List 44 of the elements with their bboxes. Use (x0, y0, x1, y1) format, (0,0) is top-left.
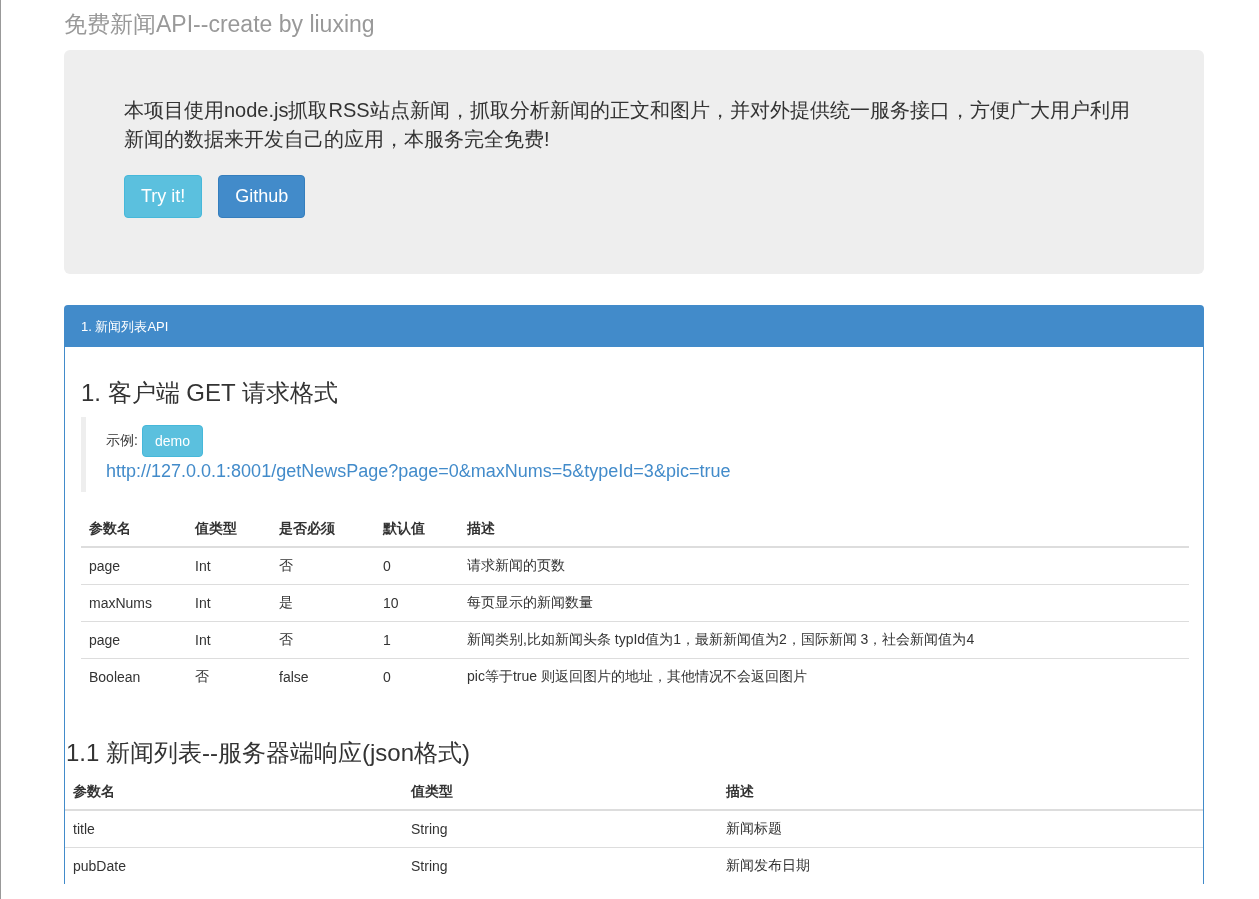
table-cell: 0 (375, 658, 459, 695)
section-heading: 1.1 新闻列表--服务器端响应(json格式) (66, 739, 472, 767)
example-link[interactable]: http://127.0.0.1:8001/getNewsPage?page=0&maxNums=5&typeId=3&pic=true (106, 461, 1168, 482)
table-cell: Int (187, 584, 271, 622)
table-cell: 否 (271, 547, 375, 585)
example-label: 示例: (106, 432, 138, 450)
section-heading: 1. 客户端 GET 请求格式 (81, 379, 339, 407)
table-cell: String (403, 847, 718, 884)
table-cell: maxNums (81, 584, 187, 622)
column-header: 是否必须 (271, 512, 375, 547)
column-header: 值类型 (403, 775, 718, 810)
table-cell: 新闻类别,比如新闻头条 typId值为1，最新新闻值为2，国际新闻 3，社会新闻值为4 (459, 621, 1189, 659)
panel-header: 1. 新闻列表API (65, 306, 1203, 347)
page-title: 免费新闻API--create by liuxing (64, 10, 376, 38)
action-button[interactable]: Github (218, 175, 306, 218)
column-header: 参数名 (81, 512, 187, 547)
column-header: 默认值 (375, 512, 459, 547)
table-cell: 是 (271, 584, 375, 622)
table-cell: 否 (187, 658, 271, 695)
table-cell: 请求新闻的页数 (459, 547, 1189, 585)
table-cell: String (403, 810, 718, 848)
column-header: 值类型 (187, 512, 271, 547)
table-cell: pubDate (65, 847, 403, 884)
demo-button[interactable]: demo (141, 425, 203, 457)
table-cell: Int (187, 547, 271, 585)
table-cell: 新闻发布日期 (718, 847, 1203, 884)
table-cell: 1 (375, 621, 459, 659)
column-header: 参数名 (65, 775, 403, 810)
table-cell: page (81, 621, 187, 659)
table-cell: title (65, 810, 403, 848)
column-header: 描述 (718, 775, 1203, 810)
table-cell: 0 (375, 547, 459, 585)
table-cell: Int (187, 621, 271, 659)
table-cell: page (81, 547, 187, 585)
table-cell: 10 (375, 584, 459, 622)
action-button[interactable]: Try it! (124, 175, 203, 218)
table-cell: 每页显示的新闻数量 (459, 584, 1189, 622)
table-cell: Boolean (81, 658, 187, 695)
intro-text: 本项目使用node.js抓取RSS站点新闻，抓取分析新闻的正文和图片，并对外提供统一服务接口，方便广大用户利用新闻的数据来开发自己的应用，本服务完全免费! (124, 98, 1131, 152)
table-cell: pic等于true 则返回图片的地址，其他情况不会返回图片 (459, 658, 1189, 695)
column-header: 描述 (459, 512, 1189, 547)
table-cell: 新闻标题 (718, 810, 1203, 848)
table-cell: 否 (271, 621, 375, 659)
table-cell: false (271, 658, 375, 695)
